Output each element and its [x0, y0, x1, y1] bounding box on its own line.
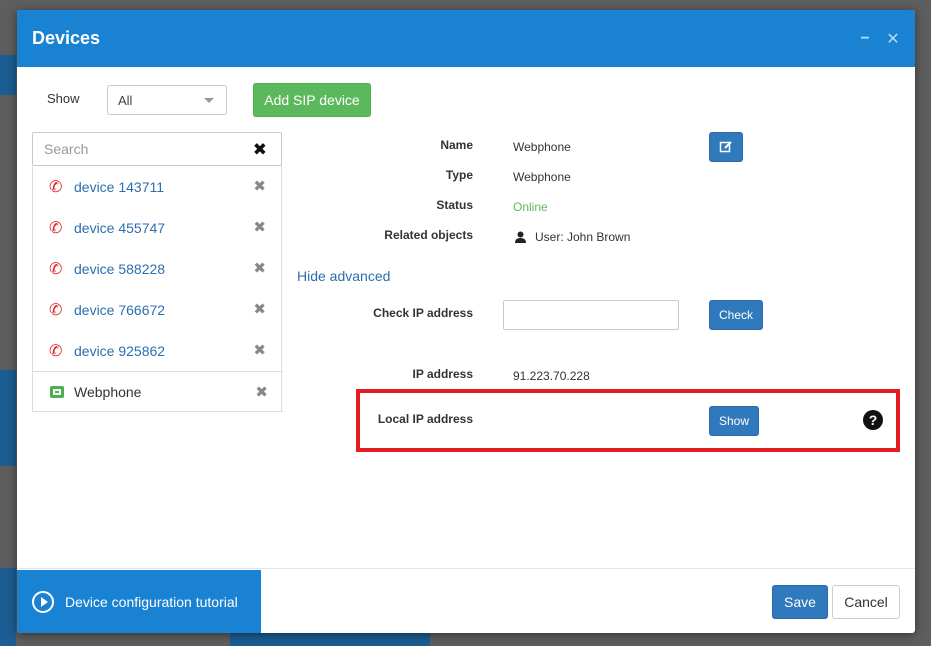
device-list-item[interactable]: ✆ device 588228 ✖ — [33, 248, 281, 289]
related-user-link[interactable]: User: John Brown — [515, 230, 630, 244]
delete-icon[interactable]: ✖ — [253, 341, 266, 359]
device-name[interactable]: device 588228 — [74, 261, 165, 277]
help-icon[interactable]: ? — [863, 410, 883, 430]
show-label: Show — [47, 91, 80, 106]
delete-icon[interactable]: ✖ — [253, 259, 266, 277]
device-list-item[interactable]: ✆ device 925862 ✖ — [33, 330, 281, 371]
status-label: Status — [436, 198, 473, 212]
edit-icon — [719, 141, 732, 153]
device-list-item[interactable]: ✆ device 766672 ✖ — [33, 289, 281, 330]
toolbar: Show All Add SIP device — [17, 83, 915, 117]
phone-icon: ✆ — [49, 260, 63, 278]
phone-icon: ✆ — [49, 219, 63, 237]
device-list: ✆ device 143711 ✖ ✆ device 455747 ✖ ✆ de… — [32, 166, 283, 412]
modal-title: Devices — [32, 28, 101, 48]
device-list-item[interactable]: ✆ device 455747 ✖ — [33, 207, 281, 248]
ip-address-value: 91.223.70.228 — [513, 369, 590, 383]
user-icon — [515, 231, 526, 243]
related-user-name: User: John Brown — [535, 230, 631, 244]
show-filter-select[interactable]: All — [107, 85, 227, 115]
minimize-icon[interactable]: − — [858, 30, 872, 48]
show-local-ip-button[interactable]: Show — [709, 406, 759, 436]
delete-icon[interactable]: ✖ — [255, 383, 268, 401]
hide-advanced-link[interactable]: Hide advanced — [297, 268, 390, 284]
tutorial-link[interactable]: Device configuration tutorial — [17, 570, 261, 633]
edit-name-button[interactable] — [709, 132, 743, 162]
device-list-item[interactable]: ✆ device 143711 ✖ — [33, 166, 281, 207]
check-button[interactable]: Check — [709, 300, 763, 330]
name-label: Name — [440, 138, 473, 152]
search-input[interactable] — [33, 133, 233, 165]
check-ip-label: Check IP address — [373, 306, 473, 320]
delete-icon[interactable]: ✖ — [253, 218, 266, 236]
play-icon — [32, 591, 54, 613]
device-name[interactable]: device 925862 — [74, 343, 165, 359]
device-name[interactable]: device 455747 — [74, 220, 165, 236]
modal-footer: Device configuration tutorial Save Cance… — [17, 568, 915, 633]
phone-icon: ✆ — [49, 178, 63, 196]
background-panel — [0, 568, 16, 646]
devices-modal: Devices − ✕ Show All Add SIP device ✖ ✆ … — [17, 10, 915, 633]
close-icon[interactable]: ✕ — [886, 29, 900, 49]
phone-icon: ✆ — [49, 342, 63, 360]
clear-search-icon[interactable]: ✖ — [253, 140, 267, 160]
type-value: Webphone — [513, 170, 571, 184]
show-filter-value: All — [118, 93, 133, 108]
background-panel — [0, 55, 16, 95]
webphone-icon — [50, 385, 64, 398]
name-value: Webphone — [513, 140, 571, 154]
device-list-item-selected[interactable]: Webphone ✖ — [33, 371, 283, 412]
modal-header: Devices − ✕ — [17, 10, 915, 67]
search-box: ✖ — [32, 132, 282, 166]
phone-icon: ✆ — [49, 301, 63, 319]
local-ip-label: Local IP address — [377, 412, 473, 426]
device-name[interactable]: device 143711 — [74, 179, 164, 195]
ip-address-label: IP address — [412, 367, 473, 381]
device-name[interactable]: Webphone — [74, 384, 141, 400]
device-name[interactable]: device 766672 — [74, 302, 165, 318]
chevron-down-icon — [204, 98, 214, 103]
delete-icon[interactable]: ✖ — [253, 300, 266, 318]
background-panel — [0, 370, 16, 466]
related-objects-label: Related objects — [384, 228, 473, 242]
check-ip-input[interactable] — [503, 300, 679, 330]
type-label: Type — [445, 168, 473, 182]
tutorial-label: Device configuration tutorial — [65, 594, 238, 610]
cancel-button[interactable]: Cancel — [832, 585, 900, 619]
add-sip-device-button[interactable]: Add SIP device — [253, 83, 371, 117]
status-value: Online — [513, 200, 548, 214]
delete-icon[interactable]: ✖ — [253, 177, 266, 195]
save-button[interactable]: Save — [772, 585, 828, 619]
